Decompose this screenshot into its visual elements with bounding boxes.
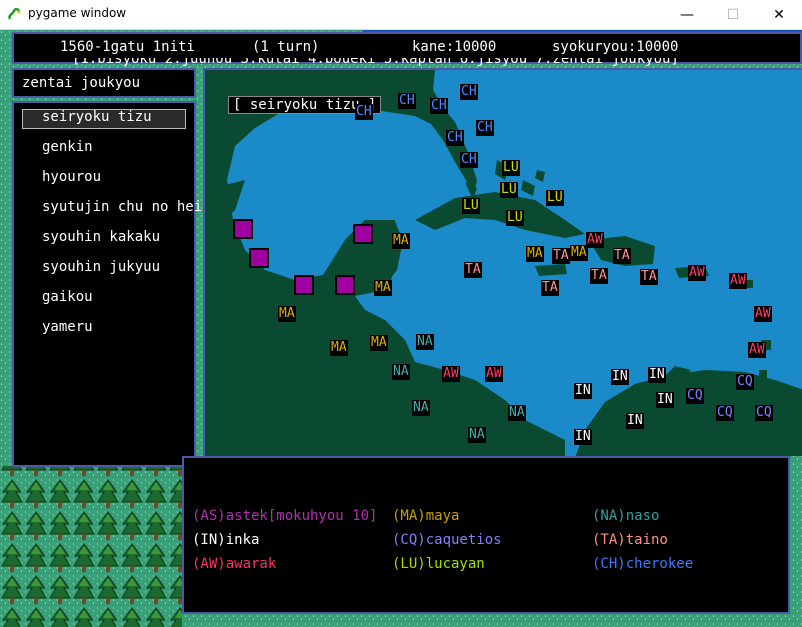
territory-label-na: NA (416, 334, 434, 350)
menu-item-gaikou[interactable]: gaikou (42, 289, 93, 309)
aztec-territory-marker[interactable] (335, 275, 355, 295)
territory-label-in: IN (626, 413, 644, 429)
territory-label-lu: LU (462, 198, 480, 214)
aztec-territory-marker[interactable] (233, 219, 253, 239)
menu-item-syouhin-jukyuu[interactable]: syouhin jukyuu (42, 259, 160, 279)
legend-item-inka: (IN)inka (192, 532, 260, 548)
territory-label-in: IN (648, 367, 666, 383)
territory-label-lu: LU (502, 160, 520, 176)
territory-label-ma: MA (330, 340, 348, 356)
territory-label-aw: AW (442, 366, 460, 382)
aztec-territory-marker[interactable] (294, 275, 314, 295)
territory-label-ch: CH (460, 152, 478, 168)
territory-label-ta: TA (613, 248, 631, 264)
food-label: syokuryou:10000 (552, 39, 679, 55)
window-title: pygame window (28, 6, 127, 20)
menu-item-syouhin-kakaku[interactable]: syouhin kakaku (42, 229, 160, 249)
territory-label-ma: MA (374, 280, 392, 296)
territory-label-cq: CQ (686, 388, 704, 404)
command-line: [1:bisyoku 2:juuhou 3:kutai 4:boueki 5:k… (72, 58, 679, 66)
turn-label: (1 turn) (252, 39, 320, 55)
money-label: kane:10000 (412, 39, 497, 55)
territory-label-ch: CH (460, 84, 478, 100)
territory-label-aw: AW (586, 232, 604, 248)
territory-label-ta: TA (541, 280, 559, 296)
panel-header: zentai joukyou (12, 68, 196, 98)
legend-item-cherokee: (CH)cherokee (592, 556, 694, 572)
territory-label-ch: CH (446, 130, 464, 146)
territory-label-cq: CQ (716, 405, 734, 421)
menu-item-syutujin[interactable]: syutujin chu no heisi (42, 199, 219, 219)
legend-item-taino: (TA)taino (592, 532, 668, 548)
caribbean-landmass (205, 70, 802, 456)
legend-item-awarak: (AW)awarak (192, 556, 277, 572)
territory-label-ch: CH (430, 98, 448, 114)
territory-label-na: NA (508, 405, 526, 421)
status-bar: 1560-1gatu 1niti (1 turn) kane:10000 syo… (12, 32, 802, 66)
territory-label-ma: MA (370, 335, 388, 351)
close-button[interactable]: ✕ (756, 0, 802, 29)
territory-label-na: NA (412, 400, 430, 416)
menu-item-seiryoku-tizu[interactable]: seiryoku tizu (42, 109, 152, 129)
territory-label-ma: MA (570, 245, 588, 261)
menu-item-yameru[interactable]: yameru (42, 319, 93, 339)
maximize-button[interactable]: ☐ (710, 0, 756, 29)
legend-item-astek: (AS)astek[mokuhyou 10] (192, 508, 378, 524)
window-titlebar: pygame window — ☐ ✕ (0, 0, 802, 30)
command-hint: [1:bisyoku 2:juuhou 3:kutai 4:boueki 5:k… (72, 58, 679, 66)
territory-label-in: IN (611, 369, 629, 385)
date-label: 1560-1gatu 1niti (60, 39, 195, 55)
faction-legend: (AS)astek[mokuhyou 10] (MA)maya (NA)naso… (182, 456, 790, 614)
territory-label-ch: CH (476, 120, 494, 136)
territory-label-na: NA (468, 427, 486, 443)
pygame-snake-icon (8, 7, 21, 20)
territory-label-cq: CQ (736, 374, 754, 390)
territory-label-na: NA (392, 364, 410, 380)
menu-item-hyourou[interactable]: hyourou (42, 169, 101, 189)
aztec-territory-marker[interactable] (249, 248, 269, 268)
territory-label-ch: CH (398, 93, 416, 109)
territory-label-in: IN (574, 429, 592, 445)
territory-label-in: IN (656, 392, 674, 408)
territory-label-cq: CQ (755, 405, 773, 421)
legend-item-maya: (MA)maya (392, 508, 460, 524)
territory-label-aw: AW (729, 273, 747, 289)
territory-label-ta: TA (640, 269, 658, 285)
territory-label-ta: TA (552, 248, 570, 264)
territory-label-aw: AW (688, 265, 706, 281)
territory-label-in: IN (574, 383, 592, 399)
panel-header-label: zentai joukyou (22, 75, 141, 91)
territory-label-ch: CH (355, 104, 373, 120)
territory-label-lu: LU (500, 182, 518, 198)
territory-label-aw: AW (754, 306, 772, 322)
aztec-territory-marker[interactable] (353, 224, 373, 244)
territory-label-ma: MA (278, 306, 296, 322)
territory-label-lu: LU (506, 210, 524, 226)
territory-label-ta: TA (464, 262, 482, 278)
territory-label-aw: AW (748, 342, 766, 358)
legend-item-lucayan: (LU)lucayan (392, 556, 485, 572)
territory-label-lu: LU (546, 190, 564, 206)
legend-item-caquetios: (CQ)caquetios (392, 532, 502, 548)
territory-map[interactable] (203, 68, 802, 456)
territory-label-ma: MA (392, 233, 410, 249)
territory-label-ma: MA (526, 246, 544, 262)
menu-item-genkin[interactable]: genkin (42, 139, 93, 159)
overview-menu: seiryoku tizu genkin hyourou syutujin ch… (12, 101, 219, 467)
legend-item-naso: (NA)naso (592, 508, 660, 524)
territory-label-ta: TA (590, 268, 608, 284)
territory-label-aw: AW (485, 366, 503, 382)
minimize-button[interactable]: — (664, 0, 710, 29)
